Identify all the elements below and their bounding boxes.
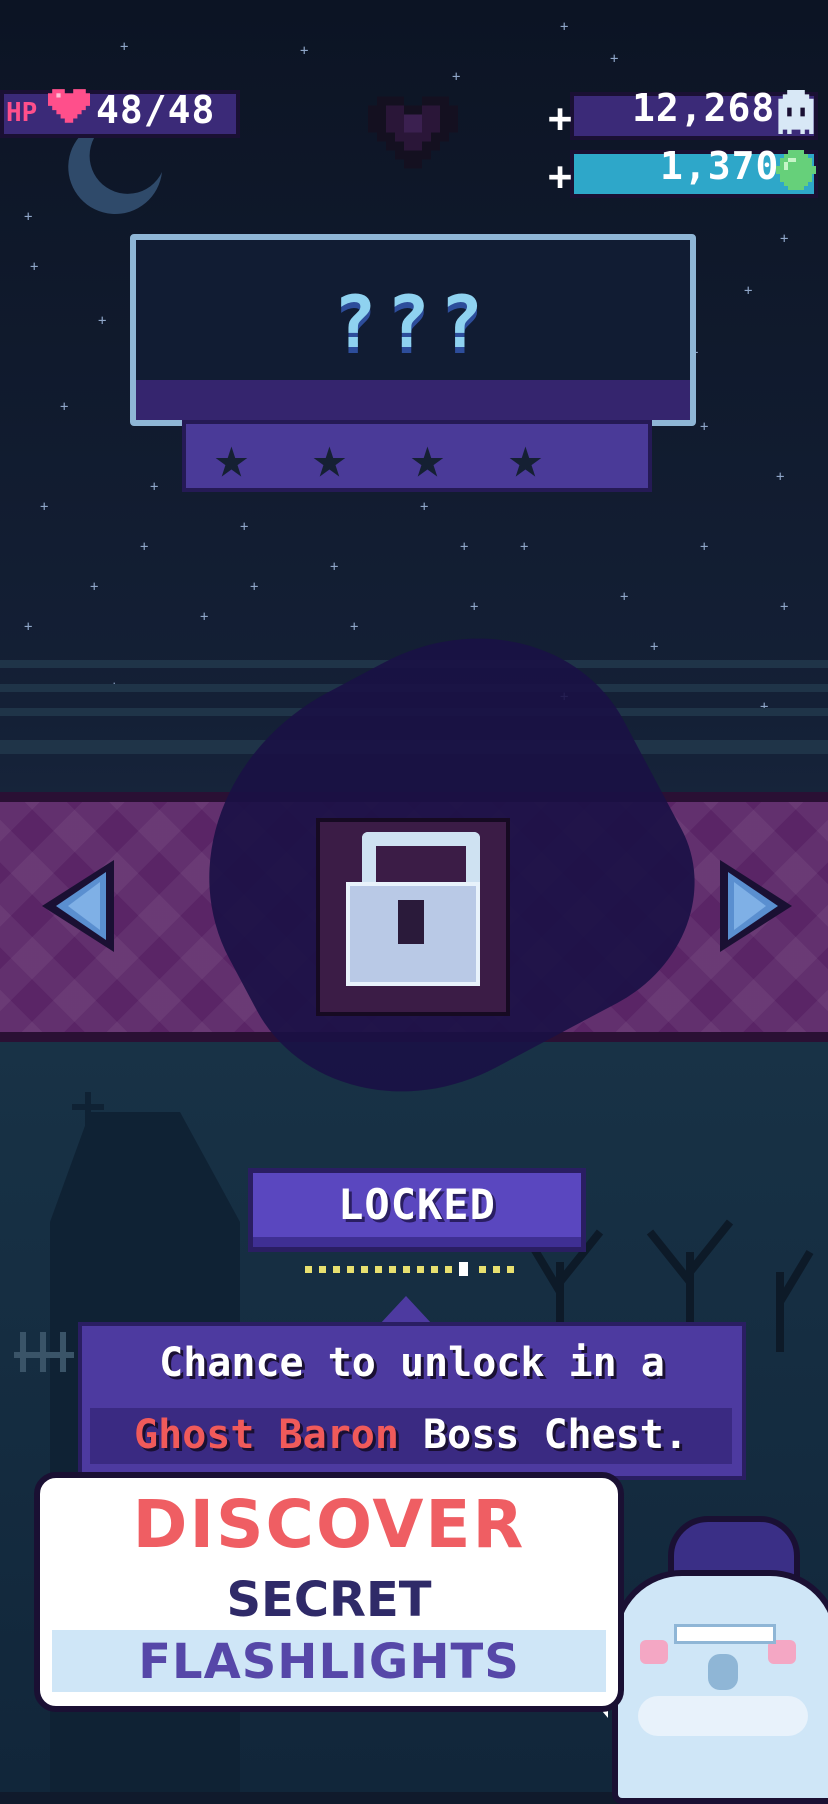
gem-count: 1,370 xyxy=(660,144,780,188)
info-line-2: Ghost Baron Boss Chest. xyxy=(90,1412,732,1458)
info-row-2: Ghost Baron Boss Chest. xyxy=(90,1408,732,1464)
star-sparkle-icon: + xyxy=(470,599,479,615)
baron-cheek xyxy=(640,1640,668,1664)
star-sparkle-icon: + xyxy=(150,479,159,495)
star-icon: ★ xyxy=(410,423,445,491)
page-dot xyxy=(445,1266,452,1273)
ghost-count: 12,268 xyxy=(632,86,776,130)
page-dot xyxy=(479,1266,486,1273)
add-gems-button[interactable]: + xyxy=(548,154,572,200)
page-dot xyxy=(347,1266,354,1273)
promo-subtitle: SECRET xyxy=(226,1572,432,1628)
heart-outline-icon xyxy=(368,96,458,169)
page-dot xyxy=(389,1266,396,1273)
star-sparkle-icon: + xyxy=(610,51,619,67)
star-sparkle-icon: + xyxy=(520,539,529,555)
baron-brow xyxy=(674,1624,776,1644)
page-dot xyxy=(403,1266,410,1273)
star-sparkle-icon: + xyxy=(620,589,629,605)
hp-value: 48/48 xyxy=(96,88,216,132)
star-sparkle-icon: + xyxy=(650,639,659,655)
page-dot xyxy=(431,1266,438,1273)
page-indicator xyxy=(305,1262,521,1276)
gem-icon xyxy=(776,150,816,190)
ghost-baron-character xyxy=(612,1570,828,1804)
star-icon: ★ xyxy=(312,423,347,491)
info-line-1: Chance to unlock in a xyxy=(159,1340,665,1386)
chest-text: Boss Chest. xyxy=(423,1412,688,1458)
star-sparkle-icon: + xyxy=(700,419,709,435)
star-sparkle-icon: + xyxy=(780,231,789,247)
star-sparkle-icon: + xyxy=(350,619,359,635)
page-dot xyxy=(507,1266,514,1273)
star-sparkle-icon: + xyxy=(200,609,209,625)
locked-status-button[interactable]: LOCKED xyxy=(248,1168,586,1252)
page-dot xyxy=(375,1266,382,1273)
flashlight-name: ??? xyxy=(332,280,494,364)
star-sparkle-icon: + xyxy=(452,69,461,85)
rank-stars: ★ ★ ★ ★ xyxy=(182,420,652,492)
star-sparkle-icon: + xyxy=(560,19,569,35)
promo-speech-bubble: DISCOVER SECRET FLASHLIGHTS xyxy=(34,1472,624,1712)
star-sparkle-icon: + xyxy=(40,499,49,515)
promo-keyword: FLASHLIGHTS xyxy=(138,1634,520,1690)
page-dot-current xyxy=(459,1262,468,1276)
star-sparkle-icon: + xyxy=(744,283,753,299)
hp-display: HP 48/48 xyxy=(0,88,242,138)
star-sparkle-icon: + xyxy=(120,39,129,55)
arrow-left-icon xyxy=(42,860,114,952)
star-sparkle-icon: + xyxy=(330,559,339,575)
star-sparkle-icon: + xyxy=(420,499,429,515)
page-dot xyxy=(493,1266,500,1273)
star-sparkle-icon: + xyxy=(250,579,259,595)
baron-nose xyxy=(708,1654,738,1690)
gem-currency: + 1,370 xyxy=(548,144,828,202)
ghost-currency: + 12,268 xyxy=(548,86,828,142)
star-icon: ★ xyxy=(508,423,543,491)
star-sparkle-icon: + xyxy=(700,539,709,555)
heart-icon xyxy=(48,89,90,123)
star-sparkle-icon: + xyxy=(300,43,309,59)
boss-name: Ghost Baron xyxy=(134,1412,399,1458)
star-sparkle-icon: + xyxy=(90,579,99,595)
unlock-info-panel: Chance to unlock in a Ghost Baron Boss C… xyxy=(78,1322,746,1480)
info-pointer xyxy=(380,1296,432,1324)
page-dot xyxy=(417,1266,424,1273)
star-sparkle-icon: + xyxy=(240,519,249,535)
previous-arrow-button[interactable] xyxy=(38,856,122,956)
star-sparkle-icon: + xyxy=(30,259,39,275)
page-dot xyxy=(319,1266,326,1273)
star-sparkle-icon: + xyxy=(460,539,469,555)
baron-mustache xyxy=(638,1696,808,1736)
star-sparkle-icon: + xyxy=(24,619,33,635)
star-sparkle-icon: + xyxy=(780,599,789,615)
arrow-right-icon xyxy=(720,860,792,952)
page-dot xyxy=(305,1266,312,1273)
page-dot xyxy=(361,1266,368,1273)
next-arrow-button[interactable] xyxy=(712,856,796,956)
star-sparkle-icon: + xyxy=(24,209,33,225)
star-icon: ★ xyxy=(214,423,249,491)
star-sparkle-icon: + xyxy=(98,313,107,329)
star-sparkle-icon: + xyxy=(140,539,149,555)
keyhole-icon xyxy=(398,900,424,944)
hp-label: HP xyxy=(6,98,38,128)
star-sparkle-icon: + xyxy=(776,469,785,485)
flashlight-name-panel: ??? xyxy=(130,234,696,426)
promo-highlight-box: FLASHLIGHTS xyxy=(52,1630,606,1692)
page-dot xyxy=(333,1266,340,1273)
star-sparkle-icon: + xyxy=(60,399,69,415)
add-ghosts-button[interactable]: + xyxy=(548,96,572,142)
ghost-icon xyxy=(778,90,814,134)
promo-title: DISCOVER xyxy=(132,1486,526,1563)
